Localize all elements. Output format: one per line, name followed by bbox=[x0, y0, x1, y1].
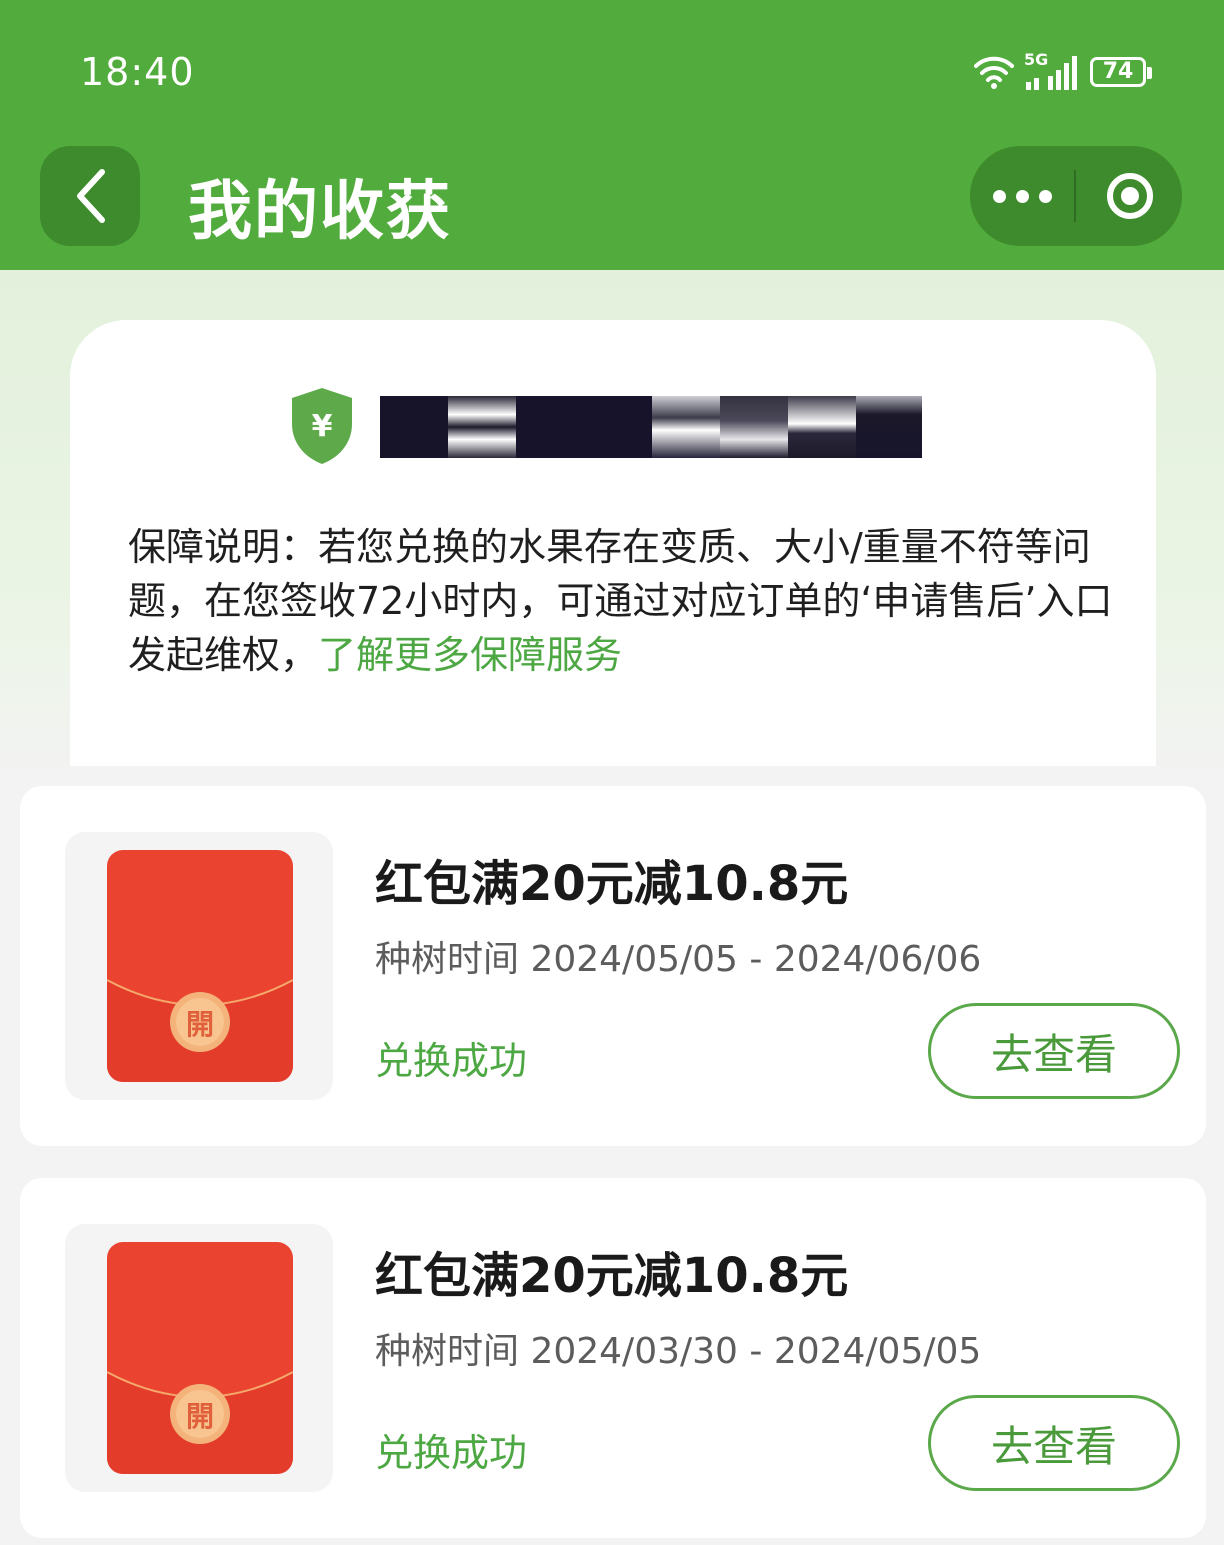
reward-time: 种树时间 2024/03/30 - 2024/05/05 bbox=[375, 1331, 982, 1372]
red-envelope-icon: 開 bbox=[107, 1242, 293, 1474]
reward-card: 開 红包满20元减10.8元 种树时间 2024/03/30 - 2024/05… bbox=[20, 1178, 1206, 1538]
battery-icon: 74 bbox=[1090, 57, 1152, 87]
capsule-divider bbox=[1074, 170, 1076, 222]
reward-title: 红包满20元减10.8元 bbox=[375, 1248, 849, 1304]
mini-program-capsule bbox=[970, 146, 1182, 246]
header: 18:40 5G 74 我的收获 bbox=[0, 0, 1224, 270]
chevron-left-icon bbox=[77, 169, 105, 223]
reward-title: 红包满20元减10.8元 bbox=[375, 856, 849, 912]
reward-thumbnail: 開 bbox=[65, 1224, 333, 1492]
status-time: 18:40 bbox=[80, 50, 195, 94]
more-dot-icon bbox=[1038, 189, 1052, 203]
more-dot-icon bbox=[1015, 189, 1029, 203]
close-mini-program-button[interactable] bbox=[1078, 146, 1182, 246]
more-dot-icon bbox=[992, 189, 1006, 203]
red-envelope-icon: 開 bbox=[107, 850, 293, 1082]
reward-time: 种树时间 2024/05/05 - 2024/06/06 bbox=[375, 939, 982, 980]
envelope-seal-char: 開 bbox=[186, 1008, 214, 1041]
back-button[interactable] bbox=[40, 146, 140, 246]
rewards-list: 開 红包满20元减10.8元 种树时间 2024/05/05 - 2024/06… bbox=[0, 766, 1224, 1545]
envelope-seal-char: 開 bbox=[186, 1400, 214, 1433]
guarantee-description: 保障说明：若您兑换的水果存在变质、大小/重量不符等问题，在您签收72小时内，可通… bbox=[128, 520, 1118, 682]
wifi-icon bbox=[974, 56, 1014, 89]
reward-thumbnail: 開 bbox=[65, 832, 333, 1100]
more-options-button[interactable] bbox=[970, 146, 1074, 246]
guarantee-more-link[interactable]: 了解更多保障服务 bbox=[318, 633, 622, 677]
guarantee-card: ¥ 保障说明：若您兑换的水果存在变质、大小/重量不符等问题，在您签收72小时内，… bbox=[70, 320, 1156, 840]
view-button[interactable]: 去查看 bbox=[928, 1395, 1180, 1491]
cellular-signal-icon: 5G bbox=[1024, 50, 1080, 92]
view-button[interactable]: 去查看 bbox=[928, 1003, 1180, 1099]
shield-icon: ¥ bbox=[292, 388, 352, 464]
target-icon bbox=[1107, 173, 1153, 219]
page-title: 我的收获 bbox=[188, 175, 452, 249]
status-icons: 5G 74 bbox=[974, 50, 1152, 94]
reward-card: 開 红包满20元减10.8元 种树时间 2024/05/05 - 2024/06… bbox=[20, 786, 1206, 1146]
shield-symbol: ¥ bbox=[312, 409, 333, 444]
redacted-title bbox=[380, 396, 922, 458]
reward-status: 兑换成功 bbox=[375, 1431, 528, 1475]
reward-status: 兑换成功 bbox=[375, 1039, 528, 1083]
